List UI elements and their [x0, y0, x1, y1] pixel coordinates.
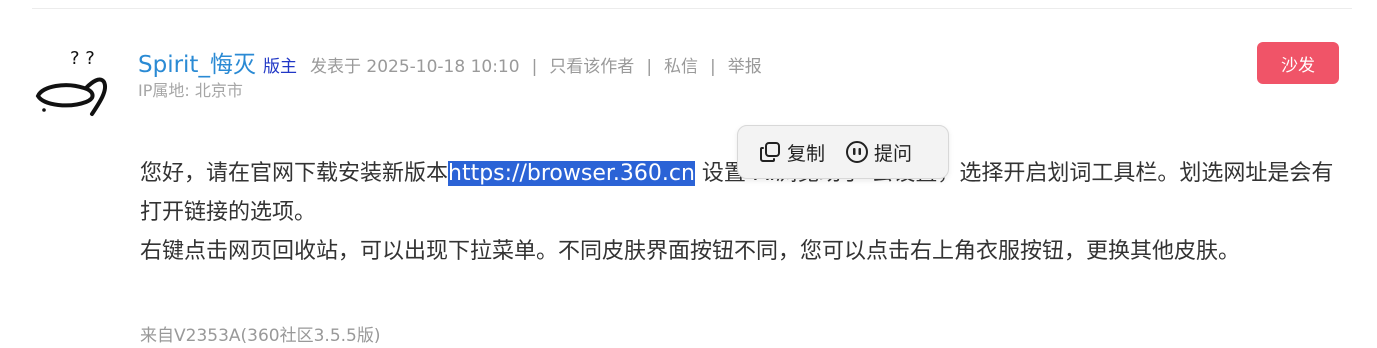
post-timestamp: 发表于 2025-10-18 10:10: [309, 57, 520, 77]
selected-url-link[interactable]: https://browser.360.cn: [448, 161, 695, 186]
separator: |: [531, 57, 538, 77]
private-message-link[interactable]: 私信: [664, 54, 698, 80]
selection-toolbar: 复制 提问: [737, 125, 949, 179]
top-divider: [32, 8, 1352, 9]
avatar-doodle-icon: ? ?: [35, 48, 107, 116]
report-link[interactable]: 举报: [728, 54, 762, 80]
content-paragraph: 右键点击网页回收站，可以出现下拉菜单。不同皮肤界面按钮不同，您可以点击右上角衣服…: [140, 239, 1241, 264]
avatar[interactable]: ? ?: [30, 42, 114, 122]
copy-button[interactable]: 复制: [750, 132, 833, 172]
ask-button[interactable]: 提问: [837, 132, 920, 172]
post-header: Spirit_悔灭 版主 发表于 2025-10-18 10:10 | 只看该作…: [138, 46, 762, 80]
copy-label: 复制: [787, 142, 826, 165]
post-source: 来自V2353A(360社区3.5.5版): [140, 326, 381, 346]
username-link[interactable]: Spirit_悔灭: [138, 50, 256, 80]
svg-text:? ?: ? ?: [70, 48, 95, 69]
ip-location: IP属地: 北京市: [138, 81, 243, 100]
separator: |: [710, 57, 716, 77]
only-author-link[interactable]: 只看该作者: [549, 54, 634, 80]
ask-label: 提问: [874, 142, 913, 165]
content-text: 您好，请在官网下载安装新版本: [140, 161, 449, 186]
ai-assistant-icon: [846, 141, 869, 163]
reply-button[interactable]: 沙发: [1257, 42, 1339, 84]
copy-icon: [760, 142, 780, 162]
separator: |: [646, 57, 653, 77]
role-badge: 版主: [262, 57, 297, 77]
